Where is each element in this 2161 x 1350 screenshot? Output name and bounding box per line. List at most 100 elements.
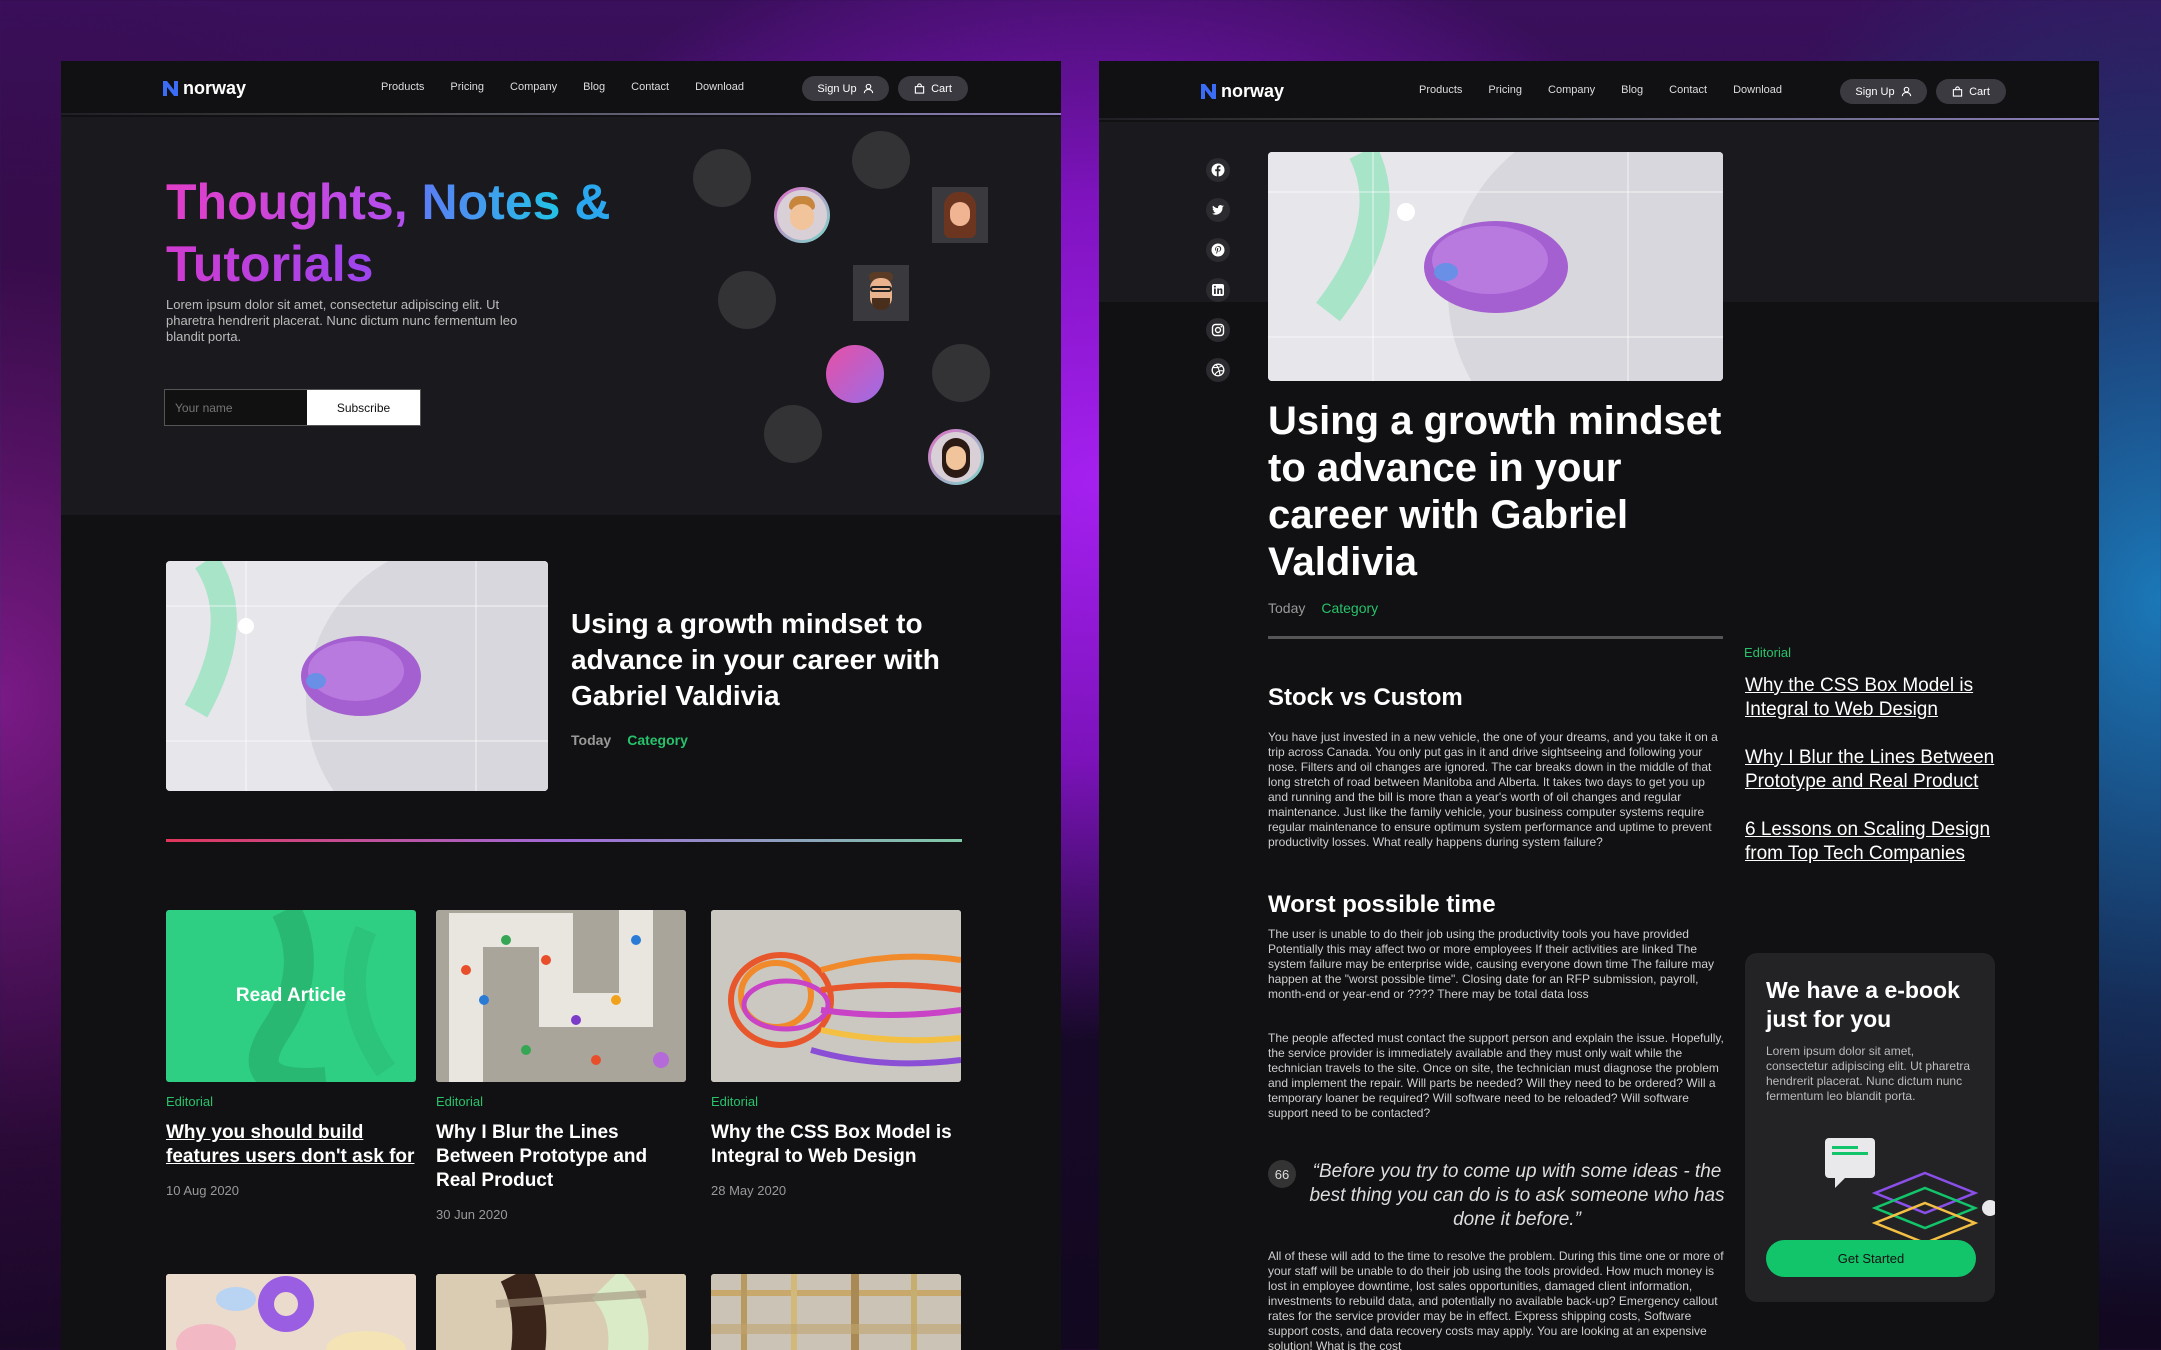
brain-illustration [166,561,548,791]
featured-article-image[interactable] [166,561,548,791]
decor-circle [852,131,910,189]
pinterest-icon[interactable] [1206,238,1230,262]
card-title[interactable]: Why the CSS Box Model is Integral to Web… [711,1121,961,1169]
shapes-illustration [166,1274,416,1350]
stack-layers-icon [1825,1138,1995,1245]
brand-logo[interactable]: norway [1200,81,1284,102]
decor-circle [764,405,822,463]
cart-button[interactable]: Cart [1936,79,2006,104]
tangled-lines-illustration [711,910,961,1082]
read-article-overlay[interactable]: Read Article [166,910,416,1082]
blog-home-panel: norway Products Pricing Company Blog Con… [61,61,1061,1350]
article-card-image[interactable] [436,1274,686,1350]
article-page-panel: norway Products Pricing Company Blog Con… [1099,61,2099,1350]
ebook-description: Lorem ipsum dolor sit amet, consectetur … [1766,1044,1971,1103]
logo-icon [1201,84,1216,99]
card-date: 10 Aug 2020 [166,1183,240,1198]
article-paragraph: All of these will add to the time to res… [1268,1249,1724,1350]
brand-name: norway [1221,81,1285,101]
nav-pricing[interactable]: Pricing [1488,84,1522,96]
hero-description: Lorem ipsum dolor sit amet, consectetur … [166,297,518,344]
card-date: 30 Jun 2020 [436,1207,508,1222]
article-category[interactable]: Category [1321,600,1378,616]
sidebar-tag[interactable]: Editorial [1744,645,1791,660]
bag-icon [1952,86,1963,97]
name-input[interactable] [165,390,307,425]
card-title[interactable]: Why you should build features users don'… [166,1121,416,1169]
avatar-memoji-glasses [853,265,909,321]
hero-title-amp: & [574,174,611,230]
nav-links: Products Pricing Company Blog Contact Do… [381,81,744,93]
card-image[interactable] [436,910,686,1082]
card-title[interactable]: Why I Blur the Lines Between Prototype a… [436,1121,686,1193]
card-tag[interactable]: Editorial [436,1094,686,1109]
ebook-card: We have a e-book just for you Lorem ipsu… [1745,953,1995,1302]
dribbble-icon[interactable] [1206,358,1230,382]
article-paragraph: You have just invested in a new vehicle,… [1268,730,1718,849]
featured-title-text: Using a growth mindset to advance in you… [571,608,940,711]
related-link[interactable]: Why the CSS Box Model is Integral to Web… [1745,674,1995,722]
nav-company[interactable]: Company [1548,84,1595,96]
nav-links: Products Pricing Company Blog Contact Do… [1419,84,1782,96]
twitter-icon[interactable] [1206,198,1230,222]
avatar-memoji-woman [928,429,984,485]
card-image[interactable] [711,910,961,1082]
related-links: Why the CSS Box Model is Integral to Web… [1745,674,1995,866]
featured-article-title[interactable]: Using a growth mindset to advance in you… [571,606,971,758]
subscribe-button[interactable]: Subscribe [307,390,420,425]
signup-label: Sign Up [817,82,857,95]
facebook-icon[interactable] [1206,158,1230,182]
decor-circle [718,271,776,329]
article-card-image[interactable] [166,1274,416,1350]
quote-text: “Before you try to come up with some ide… [1309,1161,1725,1230]
linkedin-icon[interactable] [1206,278,1230,302]
nav-pricing[interactable]: Pricing [450,81,484,93]
article-card[interactable]: Editorial Why I Blur the Lines Between P… [436,910,686,1222]
card-tag[interactable]: Editorial [166,1094,416,1109]
article-card-image[interactable] [711,1274,961,1350]
cart-label: Cart [1969,85,1990,98]
related-link[interactable]: Why I Blur the Lines Between Prototype a… [1745,746,1995,794]
nav-products[interactable]: Products [1419,84,1462,96]
card-image[interactable]: Read Article [166,910,416,1082]
instagram-icon[interactable] [1206,318,1230,342]
nav-contact[interactable]: Contact [1669,84,1707,96]
nav-contact[interactable]: Contact [631,81,669,93]
quote-icon: 66 [1268,1160,1296,1188]
article-divider [1268,636,1723,639]
subscribe-form: Subscribe [164,389,421,426]
featured-category[interactable]: Category [627,722,688,758]
related-link[interactable]: 6 Lessons on Scaling Design from Top Tec… [1745,818,1995,866]
nav-products[interactable]: Products [381,81,424,93]
brand-name: norway [183,78,247,98]
nav-blog[interactable]: Blog [1621,84,1643,96]
article-paragraph: The user is unable to do their job using… [1268,927,1714,1001]
get-started-button[interactable]: Get Started [1766,1240,1976,1277]
brand-logo[interactable]: norway [162,78,246,99]
bag-icon [914,83,925,94]
brain-illustration [1268,152,1723,381]
card-tag[interactable]: Editorial [711,1094,961,1109]
hero-section: Thoughts, Notes & Tutorials Lorem ipsum … [61,117,1061,515]
ebook-title: We have a e-book just for you [1766,977,1960,1032]
nav-company[interactable]: Company [510,81,557,93]
article-card[interactable]: Read Article Editorial Why you should bu… [166,910,416,1198]
hero-title-tutorials: Tutorials [166,236,374,292]
article-date: Today [1268,600,1306,616]
gradient-divider [166,839,962,842]
signup-button[interactable]: Sign Up [802,76,889,101]
signup-button[interactable]: Sign Up [1840,79,1927,104]
top-nav: norway Products Pricing Company Blog Con… [61,61,1061,116]
article-title: Using a growth mindset to advance in you… [1268,399,1722,584]
user-icon [863,83,873,94]
cart-button[interactable]: Cart [898,76,968,101]
nav-download[interactable]: Download [695,81,744,93]
nav-download[interactable]: Download [1733,84,1782,96]
decor-circle [693,149,751,207]
article-hero-image [1268,152,1723,381]
article-card[interactable]: Editorial Why the CSS Box Model is Integ… [711,910,961,1198]
pull-quote: 66 “Before you try to come up with some … [1268,1160,1728,1232]
nav-blog[interactable]: Blog [583,81,605,93]
card-date: 28 May 2020 [711,1183,787,1198]
logo-icon [163,81,178,96]
